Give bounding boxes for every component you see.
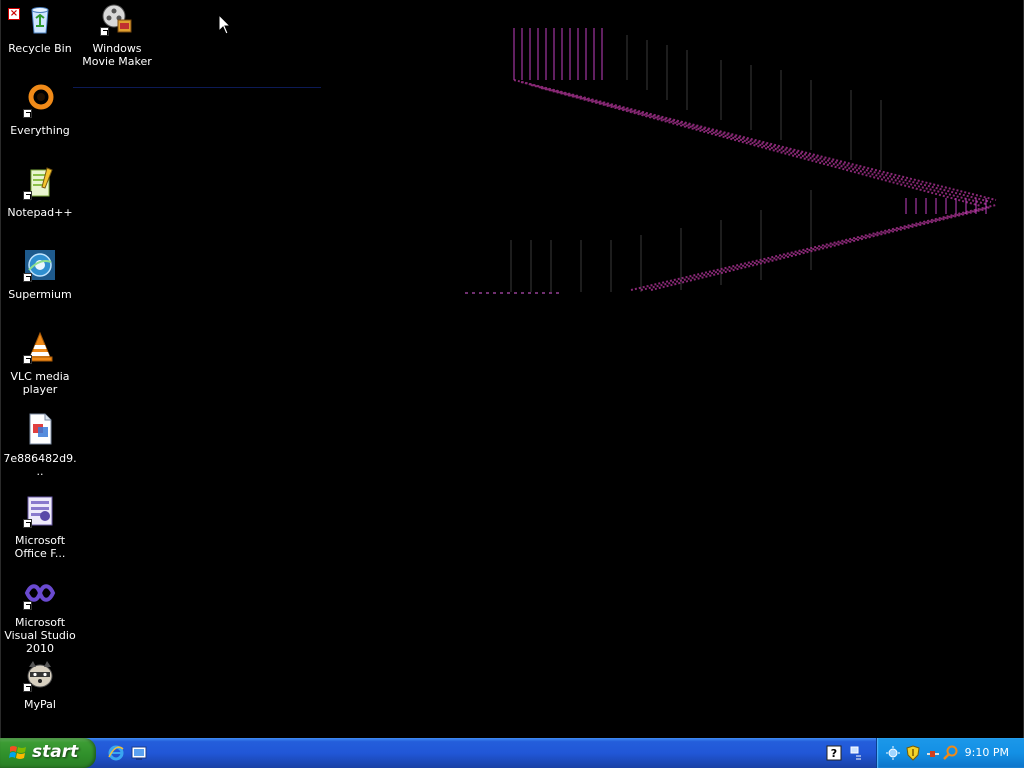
clock[interactable]: 9:10 PM: [965, 746, 1009, 759]
network-icon[interactable]: [848, 745, 864, 761]
system-tray: 9:10 PM: [876, 738, 1024, 768]
render-artifact: [465, 28, 997, 294]
internet-explorer-icon[interactable]: [108, 745, 124, 761]
network-plug-icon[interactable]: [925, 745, 941, 761]
taskbar: start ? 9:10 PM: [0, 738, 1024, 768]
search-icon[interactable]: [943, 745, 959, 761]
windows-flag-icon: [9, 746, 26, 759]
help-icon[interactable]: ?: [826, 745, 842, 761]
mouse-cursor-icon: [218, 14, 232, 35]
desktop[interactable]: × Recycle Bin Windows Movie Maker Everyt…: [0, 0, 1024, 738]
antivirus-shield-icon[interactable]: [905, 745, 921, 761]
start-label: start: [32, 742, 79, 762]
connection-icon[interactable]: [885, 745, 901, 761]
start-button[interactable]: start: [0, 738, 96, 768]
show-desktop-icon[interactable]: [131, 745, 147, 761]
svg-text:?: ?: [831, 747, 837, 760]
